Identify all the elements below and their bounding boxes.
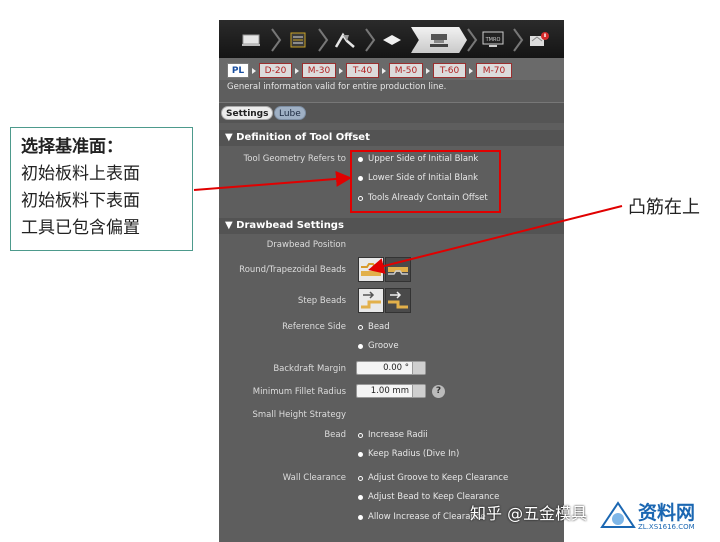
arrow-to-tool-offset [193, 170, 352, 191]
site-logo-icon [600, 501, 636, 528]
arrow-to-bead-button [368, 205, 623, 274]
annotation-arrows [193, 170, 623, 274]
site-name: 资料网 [638, 502, 696, 524]
site-watermark: 资料网 ZL.XS1616.COM [596, 496, 714, 538]
site-url: ZL.XS1616.COM [638, 523, 695, 531]
zhihu-watermark: 知乎 @五金模具 [470, 504, 588, 523]
